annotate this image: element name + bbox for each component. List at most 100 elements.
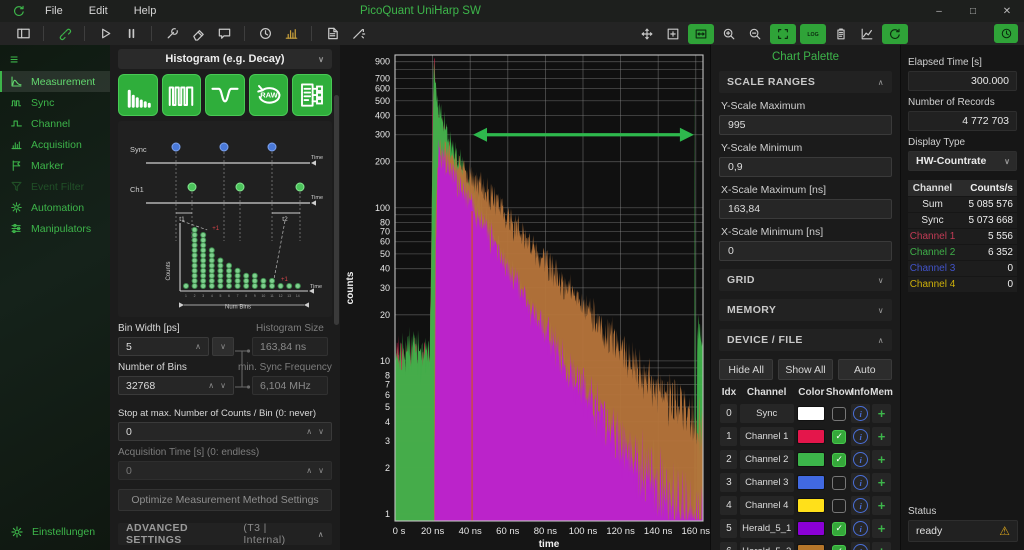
- bin-width-dropdown[interactable]: ∨: [212, 337, 234, 356]
- measurement-method-select[interactable]: Histogram (e.g. Decay) ∨: [118, 49, 332, 69]
- select-zoom-button[interactable]: [770, 24, 796, 44]
- channel-show-checkbox[interactable]: ✓: [832, 453, 846, 467]
- channel-show-checkbox[interactable]: [832, 476, 846, 490]
- pause-button[interactable]: [118, 24, 144, 44]
- sidebar-item-manipulators[interactable]: Manipulators: [0, 218, 110, 239]
- channel-memory-add-button[interactable]: +: [872, 519, 891, 538]
- rate-button[interactable]: [278, 24, 304, 44]
- channel-info-button[interactable]: i: [851, 496, 870, 515]
- channel-show-checkbox[interactable]: ✓: [832, 545, 846, 550]
- channel-show-checkbox[interactable]: ✓: [832, 522, 846, 536]
- panel-toggle-button[interactable]: [10, 24, 36, 44]
- channel-color-swatch[interactable]: [797, 452, 825, 467]
- info-icon: i: [853, 406, 868, 421]
- close-button[interactable]: ✕: [990, 0, 1024, 22]
- advanced-settings-header[interactable]: ADVANCED SETTINGS (T3 | Internal) ∧: [118, 523, 332, 545]
- x-scale-max-input[interactable]: 163,84: [719, 199, 892, 219]
- eraser-button[interactable]: [185, 24, 211, 44]
- comment-button[interactable]: [211, 24, 237, 44]
- memory-section-header[interactable]: MEMORY ∨: [719, 299, 892, 321]
- spinner-down-icon[interactable]: ∨: [315, 427, 327, 436]
- spinner-down-icon[interactable]: ∨: [217, 381, 229, 390]
- y-scale-max-input[interactable]: 995: [719, 115, 892, 135]
- hide-all-button[interactable]: Hide All: [719, 359, 773, 380]
- spinner-up-icon[interactable]: ∧: [303, 466, 315, 475]
- minimize-button[interactable]: –: [922, 0, 956, 22]
- channel-show-checkbox[interactable]: ✓: [832, 430, 846, 444]
- sidebar-item-sync[interactable]: Sync: [0, 92, 110, 113]
- grid-section-header[interactable]: GRID ∨: [719, 269, 892, 291]
- channel-show-checkbox[interactable]: [832, 407, 846, 421]
- spinner-down-icon[interactable]: ∨: [315, 466, 327, 475]
- stats-button[interactable]: [854, 24, 880, 44]
- channel-info-button[interactable]: i: [851, 473, 870, 492]
- channel-color-swatch[interactable]: [797, 498, 825, 513]
- menu-icon[interactable]: ≡: [0, 45, 110, 71]
- clock-button[interactable]: [252, 24, 278, 44]
- spinner-up-icon[interactable]: ∧: [205, 381, 217, 390]
- x-scale-min-input[interactable]: 0: [719, 241, 892, 261]
- method-button-raw[interactable]: RAW: [249, 74, 289, 116]
- page-button[interactable]: [319, 24, 345, 44]
- sidebar-item-marker[interactable]: Marker: [0, 155, 110, 176]
- link-button[interactable]: [51, 24, 77, 44]
- menu-help[interactable]: Help: [121, 5, 170, 17]
- scrollbar[interactable]: [334, 95, 339, 325]
- y-scale-min-input[interactable]: 0,9: [719, 157, 892, 177]
- display-type-select[interactable]: HW-Countrate ∨: [908, 151, 1017, 171]
- show-all-button[interactable]: Show All: [778, 359, 832, 380]
- method-button-dip-curve[interactable]: [205, 74, 245, 116]
- log-button[interactable]: LOG: [800, 24, 826, 44]
- acquisition-time-input[interactable]: 0 ∧ ∨: [118, 461, 332, 480]
- method-button-file-split[interactable]: [292, 74, 332, 116]
- expand-button[interactable]: [660, 24, 686, 44]
- zoom-out-button[interactable]: [742, 24, 768, 44]
- stop-at-max-input[interactable]: 0 ∧ ∨: [118, 422, 332, 441]
- channel-memory-add-button[interactable]: +: [872, 450, 891, 469]
- copy-button[interactable]: [828, 24, 854, 44]
- reset-button[interactable]: [882, 24, 908, 44]
- channel-color-swatch[interactable]: [797, 406, 825, 421]
- channel-memory-add-button[interactable]: +: [872, 427, 891, 446]
- auto-button[interactable]: Auto: [838, 359, 892, 380]
- device-file-section-header[interactable]: DEVICE / FILE ∧: [719, 329, 892, 351]
- sidebar-item-measurement[interactable]: Measurement: [0, 71, 110, 92]
- channel-info-button[interactable]: i: [851, 542, 870, 550]
- wrench-button[interactable]: [159, 24, 185, 44]
- channel-memory-add-button[interactable]: +: [872, 473, 891, 492]
- sidebar-item-einstellungen[interactable]: Einstellungen: [0, 521, 120, 542]
- channel-info-button[interactable]: i: [851, 427, 870, 446]
- channel-show-checkbox[interactable]: [832, 499, 846, 513]
- fit-width-button[interactable]: [688, 24, 714, 44]
- method-button-pulse-train[interactable]: [162, 74, 202, 116]
- spinner-up-icon[interactable]: ∧: [303, 427, 315, 436]
- channel-color-swatch[interactable]: [797, 521, 825, 536]
- channel-memory-add-button[interactable]: +: [872, 542, 891, 550]
- sidebar-item-automation[interactable]: Automation: [0, 197, 110, 218]
- channel-info-button[interactable]: i: [851, 519, 870, 538]
- spinner-up-icon[interactable]: ∧: [192, 342, 204, 351]
- num-bins-input[interactable]: 32768 ∧ ∨: [118, 376, 234, 395]
- bin-width-input[interactable]: 5 ∧: [118, 337, 209, 356]
- channel-color-swatch[interactable]: [797, 429, 825, 444]
- menu-edit[interactable]: Edit: [76, 5, 121, 17]
- sidebar-item-acquisition[interactable]: Acquisition: [0, 134, 110, 155]
- method-button-hist-decay[interactable]: [118, 74, 158, 116]
- optimize-settings-button[interactable]: Optimize Measurement Method Settings: [118, 489, 332, 511]
- channel-info-button[interactable]: i: [851, 450, 870, 469]
- maximize-button[interactable]: □: [956, 0, 990, 22]
- channel-color-swatch[interactable]: [797, 544, 825, 550]
- channel-info-button[interactable]: i: [851, 404, 870, 423]
- menu-file[interactable]: File: [32, 5, 76, 17]
- move-button[interactable]: [634, 24, 660, 44]
- histogram-chart[interactable]: 9007006005004003002001008070605040302010…: [340, 45, 710, 550]
- channel-color-swatch[interactable]: [797, 475, 825, 490]
- sidebar-item-channel[interactable]: Channel: [0, 113, 110, 134]
- timer-toggle-button[interactable]: [994, 24, 1018, 43]
- channel-memory-add-button[interactable]: +: [872, 404, 891, 423]
- wand-button[interactable]: [345, 24, 371, 44]
- play-button[interactable]: [92, 24, 118, 44]
- scale-ranges-header[interactable]: SCALE RANGES ∧: [719, 71, 892, 93]
- zoom-in-button[interactable]: [716, 24, 742, 44]
- channel-memory-add-button[interactable]: +: [872, 496, 891, 515]
